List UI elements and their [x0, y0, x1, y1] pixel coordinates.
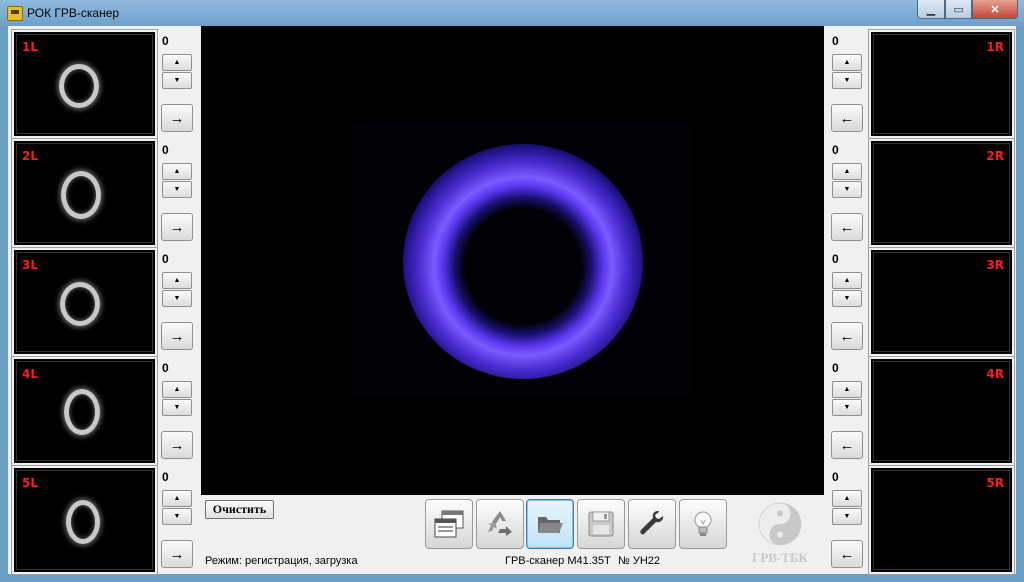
- spin-up-button[interactable]: ▲: [162, 54, 192, 71]
- finger-label: 1R: [986, 40, 1004, 54]
- grv-tbk-logo: ГРВ-ТБК: [750, 500, 810, 568]
- finger-glow-image: [64, 389, 100, 435]
- finger-panel-4l[interactable]: 4L: [11, 356, 158, 466]
- title-bar: РОК ГРВ-сканер ▁ ▭ ✕: [0, 0, 1024, 26]
- frame-count: 0: [832, 252, 839, 266]
- wrench-icon: [640, 511, 664, 535]
- spin-up-button[interactable]: ▲: [162, 163, 192, 180]
- spin-up-button[interactable]: ▲: [832, 272, 862, 289]
- spin-up-button[interactable]: ▲: [832, 381, 862, 398]
- frame-count: 0: [832, 361, 839, 375]
- finger-panel-4r[interactable]: 4R: [868, 356, 1015, 466]
- finger-panel-3r[interactable]: 3R: [868, 247, 1015, 357]
- close-button[interactable]: ✕: [972, 0, 1018, 19]
- finger-panel-2r[interactable]: 2R: [868, 138, 1015, 248]
- frame-count: 0: [162, 143, 169, 157]
- move-left-button[interactable]: ←: [831, 540, 863, 568]
- move-left-button[interactable]: ←: [831, 104, 863, 132]
- window-controls: ▁ ▭ ✕: [917, 0, 1018, 19]
- spin-down-button[interactable]: ▼: [832, 399, 862, 416]
- finger-label: 3L: [22, 258, 38, 272]
- windows-button[interactable]: [425, 499, 473, 549]
- finger-label: 4L: [22, 367, 38, 381]
- move-right-button[interactable]: →: [161, 540, 193, 568]
- main-image-view[interactable]: [201, 26, 824, 495]
- finger-label: 4R: [986, 367, 1004, 381]
- finger-label: 2L: [22, 149, 38, 163]
- device-model: ГРВ-сканер М41.35Т: [505, 555, 611, 567]
- finger-panel-1r[interactable]: 1R: [868, 29, 1015, 139]
- yin-yang-icon: [758, 502, 802, 546]
- move-left-button[interactable]: ←: [831, 213, 863, 241]
- move-right-button[interactable]: →: [161, 322, 193, 350]
- spin-up-button[interactable]: ▲: [832, 54, 862, 71]
- move-right-button[interactable]: →: [161, 104, 193, 132]
- windows-icon: [434, 510, 464, 538]
- open-folder-button[interactable]: [526, 499, 574, 549]
- spin-down-button[interactable]: ▼: [832, 508, 862, 525]
- spin-down-button[interactable]: ▼: [832, 290, 862, 307]
- frame-count: 0: [832, 470, 839, 484]
- mode-status: Режим: регистрация, загрузка: [205, 555, 358, 567]
- maximize-button[interactable]: ▭: [945, 0, 972, 19]
- finger-label: 2R: [986, 149, 1004, 163]
- spin-down-button[interactable]: ▼: [162, 72, 192, 89]
- finger-glow-image: [59, 64, 99, 108]
- app-icon: [7, 6, 23, 21]
- finger-panel-2l[interactable]: 2L: [11, 138, 158, 248]
- spin-up-button[interactable]: ▲: [162, 272, 192, 289]
- finger-glow-image: [66, 500, 100, 544]
- frame-count: 0: [162, 470, 169, 484]
- frame-count: 0: [162, 34, 169, 48]
- finger-glow-image: [61, 171, 101, 219]
- move-left-button[interactable]: ←: [831, 322, 863, 350]
- device-number: № УН22: [618, 555, 661, 567]
- finger-panel-3l[interactable]: 3L: [11, 247, 158, 357]
- spin-up-button[interactable]: ▲: [162, 381, 192, 398]
- spin-down-button[interactable]: ▼: [162, 399, 192, 416]
- folder-icon: [538, 517, 563, 533]
- recycle-icon: [488, 511, 512, 536]
- move-left-button[interactable]: ←: [831, 431, 863, 459]
- minimize-button[interactable]: ▁: [917, 0, 945, 19]
- glow-ring: [403, 144, 643, 379]
- frame-count: 0: [832, 143, 839, 157]
- spin-down-button[interactable]: ▼: [162, 181, 192, 198]
- finger-panel-5l[interactable]: 5L: [11, 465, 158, 575]
- finger-label: 5L: [22, 476, 38, 490]
- finger-panel-1l[interactable]: 1L: [11, 29, 158, 139]
- spin-up-button[interactable]: ▲: [832, 490, 862, 507]
- frame-count: 0: [162, 252, 169, 266]
- clear-button[interactable]: Очистить: [205, 500, 274, 519]
- lightbulb-icon: [694, 511, 712, 536]
- spin-up-button[interactable]: ▲: [162, 490, 192, 507]
- finger-panel-5r[interactable]: 5R: [868, 465, 1015, 575]
- main-window: 1L 2L 3L 4L 5L 0 ▲ ▼ → 0 ▲ ▼ → 0 ▲ ▼ → 0…: [8, 26, 1016, 575]
- finger-label: 3R: [986, 258, 1004, 272]
- logo-text: ГРВ-ТБК: [752, 550, 808, 565]
- spin-up-button[interactable]: ▲: [832, 163, 862, 180]
- spin-down-button[interactable]: ▼: [162, 508, 192, 525]
- window-title: РОК ГРВ-сканер: [27, 6, 120, 20]
- frame-count: 0: [162, 361, 169, 375]
- save-icon: [588, 511, 614, 537]
- move-right-button[interactable]: →: [161, 431, 193, 459]
- finger-glow-image: [60, 282, 100, 326]
- gdv-glow-image: [353, 124, 693, 396]
- save-button[interactable]: [577, 499, 625, 549]
- spin-down-button[interactable]: ▼: [832, 72, 862, 89]
- finger-label: 1L: [22, 40, 38, 54]
- spin-down-button[interactable]: ▼: [162, 290, 192, 307]
- recycle-button[interactable]: [476, 499, 524, 549]
- move-right-button[interactable]: →: [161, 213, 193, 241]
- spin-down-button[interactable]: ▼: [832, 181, 862, 198]
- finger-label: 5R: [986, 476, 1004, 490]
- frame-count: 0: [832, 34, 839, 48]
- settings-button[interactable]: [628, 499, 676, 549]
- info-button[interactable]: [679, 499, 727, 549]
